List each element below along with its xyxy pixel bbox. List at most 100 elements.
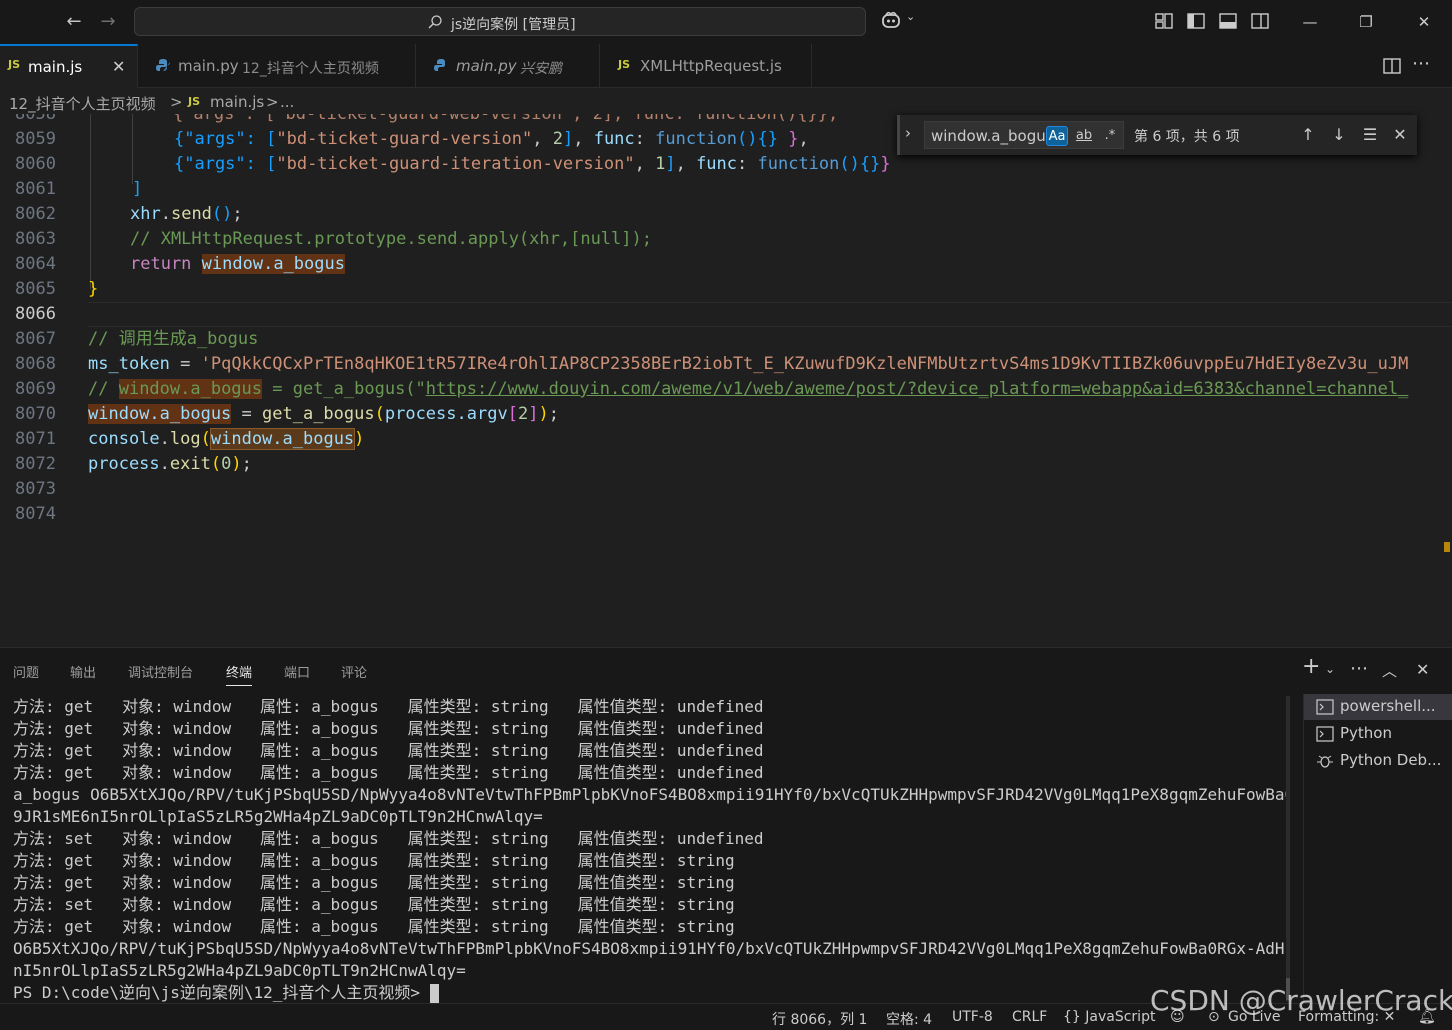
tab-xmlhttprequest-js[interactable]: JS XMLHttpRequest.js <box>600 44 812 88</box>
line-number-current: 8066 <box>15 304 56 324</box>
terminal-line: 方法: get 对象: window 属性: a_bogus 属性类型: str… <box>13 741 764 760</box>
line-number: 8071 <box>15 429 56 449</box>
terminal-output[interactable]: 方法: get 对象: window 属性: a_bogus 属性类型: str… <box>0 694 1290 1004</box>
previous-match-arrow-icon[interactable]: ↑ <box>1296 123 1320 147</box>
new-terminal-plus-icon[interactable]: + <box>1302 654 1320 679</box>
tab-main-js[interactable]: JS main.js ✕ <box>0 44 138 88</box>
line-number: 8073 <box>15 479 56 499</box>
maximize-panel-icon[interactable]: ︿ <box>1382 660 1397 681</box>
terminal-line: 方法: get 对象: window 属性: a_bogus 属性类型: str… <box>13 719 764 738</box>
code-editor[interactable]: 8058 8059 8060 8061 8062 8063 8064 8065 … <box>0 114 1452 644</box>
split-editor-icon[interactable] <box>1382 56 1402 76</box>
tab-comments[interactable]: 评论 <box>341 662 367 681</box>
code-line: ] <box>132 179 143 199</box>
command-center-text: js逆向案例 [管理员] <box>451 17 576 33</box>
search-match: window.a_bogus <box>118 379 263 399</box>
copilot-icon[interactable]: ⌄ <box>880 10 920 34</box>
customize-layout-icon[interactable] <box>1154 11 1174 31</box>
line-number: 8063 <box>15 229 56 249</box>
search-icon <box>428 15 442 29</box>
tab-label: main.py <box>456 57 517 75</box>
line-number: 8074 <box>15 504 56 524</box>
tab-output[interactable]: 输出 <box>70 662 96 681</box>
search-match: window.a_bogus <box>88 404 232 424</box>
tab-label: XMLHttpRequest.js <box>640 57 782 75</box>
close-find-icon[interactable]: ✕ <box>1388 123 1412 147</box>
chevron-down-icon: ⌄ <box>906 10 916 23</box>
code-line: return window.a_bogus <box>130 254 345 274</box>
close-tab-icon[interactable]: ✕ <box>112 57 125 76</box>
command-center-search[interactable]: js逆向案例 [管理员] <box>134 7 866 36</box>
whole-word-toggle[interactable]: ab <box>1073 126 1095 146</box>
minimize-icon[interactable]: — <box>1290 8 1330 36</box>
terminal-item-python[interactable]: Python <box>1304 721 1452 747</box>
forward-arrow-icon[interactable]: → <box>94 8 122 36</box>
toggle-panel-icon[interactable] <box>1218 11 1238 31</box>
toggle-secondary-sidebar-icon[interactable] <box>1250 11 1270 31</box>
back-arrow-icon[interactable]: ← <box>60 8 88 36</box>
tab-label: main.js <box>28 58 83 76</box>
js-file-icon: JS <box>8 58 21 71</box>
terminal-line: 方法: get 对象: window 属性: a_bogus 属性类型: str… <box>13 763 764 782</box>
find-input[interactable]: window.a_bogu Aa ab .* <box>924 121 1124 149</box>
tab-ports[interactable]: 端口 <box>284 662 310 681</box>
find-widget: › window.a_bogu Aa ab .* 第 6 项，共 6 项 ↑ ↓… <box>897 115 1417 155</box>
code-line: {"args": ["bd-ticket-guard-version", 2],… <box>174 129 809 149</box>
terminal-icon <box>1316 699 1334 715</box>
code-comment: // 调用生成a_bogus <box>88 329 259 349</box>
regex-toggle[interactable]: .* <box>1099 126 1121 146</box>
line-number: 8068 <box>15 354 56 374</box>
chevron-down-icon[interactable]: ⌄ <box>1325 662 1335 676</box>
find-in-selection-icon[interactable]: ☰ <box>1358 123 1382 147</box>
terminal-item-python-debug[interactable]: Python Deb... <box>1304 748 1452 774</box>
tab-problems[interactable]: 问题 <box>13 662 39 681</box>
code-line: process.exit(0); <box>88 454 252 474</box>
find-result-count: 第 6 项，共 6 项 <box>1134 129 1240 145</box>
title-bar: ← → js逆向案例 [管理员] ⌄ — ❐ ✕ <box>0 0 1452 44</box>
close-panel-icon[interactable]: ✕ <box>1416 660 1429 679</box>
js-file-icon: JS <box>618 58 631 71</box>
match-case-toggle[interactable]: Aa <box>1046 126 1068 146</box>
tab-label: main.py <box>178 57 239 75</box>
terminal-scrollbar[interactable] <box>1286 696 1290 1002</box>
code-link[interactable]: https://www.douyin.com/aweme/v1/web/awem… <box>426 379 1409 399</box>
line-number: 8067 <box>15 329 56 349</box>
terminal-item-powershell[interactable]: powershell... <box>1304 694 1452 720</box>
tab-main-py-douyin[interactable]: main.py 12_抖音个人主页视频 <box>138 44 416 88</box>
breadcrumb-file[interactable]: main.js <box>210 93 264 111</box>
toggle-sidebar-icon[interactable] <box>1186 11 1206 31</box>
scrollbar-match-marker <box>1444 542 1450 552</box>
js-file-icon: JS <box>188 95 201 108</box>
close-window-icon[interactable]: ✕ <box>1404 8 1444 36</box>
more-actions-icon[interactable]: ⋯ <box>1412 53 1430 74</box>
breadcrumb-folder[interactable]: 12_抖音个人主页视频 <box>9 93 156 114</box>
breadcrumb-separator: > <box>266 93 279 111</box>
terminal-list: powershell... Python Python Deb... <box>1303 694 1452 1004</box>
tab-main-py-xinganpeng[interactable]: main.py 兴安鹏 <box>416 44 600 88</box>
cursor-position[interactable]: 行 8066，列 1 <box>772 1009 867 1029</box>
breadcrumb-more[interactable]: ... <box>280 93 294 111</box>
tab-debug-console[interactable]: 调试控制台 <box>128 662 193 681</box>
toggle-replace-chevron-icon[interactable]: › <box>905 124 911 142</box>
python-file-icon <box>156 59 170 71</box>
tab-terminal[interactable]: 终端 <box>226 662 253 686</box>
indentation[interactable]: 空格: 4 <box>886 1009 932 1029</box>
watermark: CSDN @CrawlerCracker <box>1150 984 1452 1017</box>
code-line: window.a_bogus = get_a_bogus(process.arg… <box>88 404 559 424</box>
line-number: 8060 <box>15 154 56 174</box>
terminal-line: 方法: set 对象: window 属性: a_bogus 属性类型: str… <box>13 895 735 914</box>
search-match-current: window.a_bogus <box>209 428 356 450</box>
code-line: xhr.send(); <box>130 204 243 224</box>
more-actions-icon[interactable]: ⋯ <box>1350 658 1368 679</box>
terminal-prompt-line: PS D:\code\逆向\js逆向案例\12_抖音个人主页视频> <box>13 982 439 1004</box>
terminal-line: a_bogus O6B5XtXJQo/RPV/tuKjPSbqU5SD/NpWy… <box>13 785 1290 804</box>
terminal-line: 9JR1sME6nI5nrOLlpIaS5zLR5g2WHa4pZL9aDC0p… <box>13 807 543 826</box>
language-mode[interactable]: {} JavaScript <box>1063 1009 1155 1025</box>
encoding[interactable]: UTF-8 <box>952 1009 993 1025</box>
next-match-arrow-icon[interactable]: ↓ <box>1327 123 1351 147</box>
breadcrumb-separator: > <box>170 93 183 111</box>
maximize-icon[interactable]: ❐ <box>1346 8 1386 36</box>
terminal-line: 方法: set 对象: window 属性: a_bogus 属性类型: str… <box>13 829 764 848</box>
line-endings[interactable]: CRLF <box>1012 1009 1047 1025</box>
editor-tabs: JS main.js ✕ main.py 12_抖音个人主页视频 main.py… <box>0 44 1452 88</box>
